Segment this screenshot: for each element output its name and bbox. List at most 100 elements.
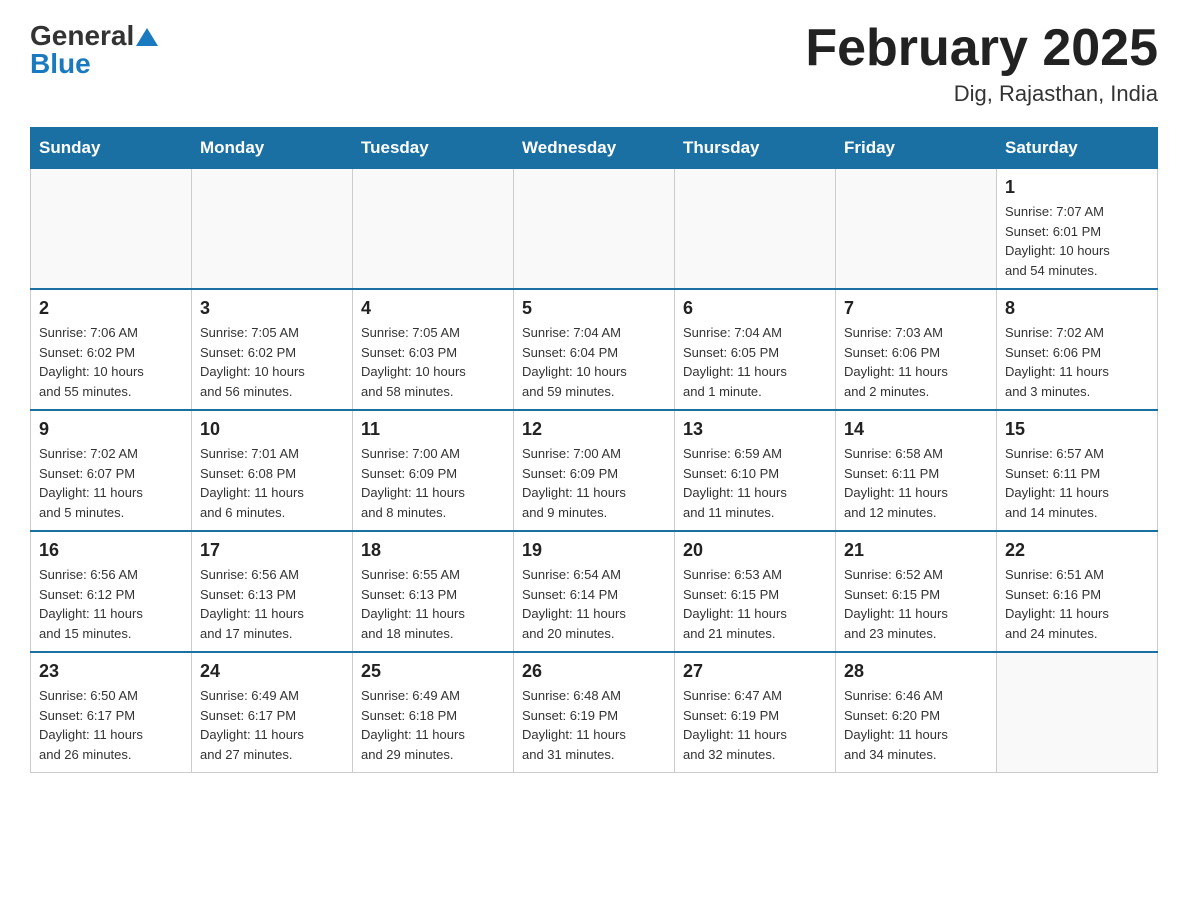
day-of-week-header: Tuesday xyxy=(353,128,514,169)
day-info: Sunrise: 6:58 AMSunset: 6:11 PMDaylight:… xyxy=(844,444,988,522)
day-of-week-header: Sunday xyxy=(31,128,192,169)
title-area: February 2025 Dig, Rajasthan, India xyxy=(805,20,1158,107)
day-number: 24 xyxy=(200,661,344,682)
calendar-week-row: 2 Sunrise: 7:06 AMSunset: 6:02 PMDaylight… xyxy=(31,289,1158,410)
day-info: Sunrise: 6:52 AMSunset: 6:15 PMDaylight:… xyxy=(844,565,988,643)
calendar-cell xyxy=(675,169,836,290)
calendar-cell: 12 Sunrise: 7:00 AMSunset: 6:09 PMDayligh… xyxy=(514,410,675,531)
day-info: Sunrise: 7:05 AMSunset: 6:03 PMDaylight:… xyxy=(361,323,505,401)
calendar-cell: 19 Sunrise: 6:54 AMSunset: 6:14 PMDayligh… xyxy=(514,531,675,652)
day-number: 11 xyxy=(361,419,505,440)
day-of-week-header: Friday xyxy=(836,128,997,169)
day-info: Sunrise: 6:56 AMSunset: 6:12 PMDaylight:… xyxy=(39,565,183,643)
day-of-week-header: Wednesday xyxy=(514,128,675,169)
calendar-header-row: SundayMondayTuesdayWednesdayThursdayFrid… xyxy=(31,128,1158,169)
day-info: Sunrise: 6:46 AMSunset: 6:20 PMDaylight:… xyxy=(844,686,988,764)
day-info: Sunrise: 6:56 AMSunset: 6:13 PMDaylight:… xyxy=(200,565,344,643)
day-number: 10 xyxy=(200,419,344,440)
calendar-cell: 18 Sunrise: 6:55 AMSunset: 6:13 PMDayligh… xyxy=(353,531,514,652)
calendar-cell xyxy=(192,169,353,290)
day-number: 21 xyxy=(844,540,988,561)
day-number: 8 xyxy=(1005,298,1149,319)
day-number: 27 xyxy=(683,661,827,682)
day-of-week-header: Thursday xyxy=(675,128,836,169)
day-number: 1 xyxy=(1005,177,1149,198)
logo-triangle-icon xyxy=(136,26,158,48)
day-info: Sunrise: 7:03 AMSunset: 6:06 PMDaylight:… xyxy=(844,323,988,401)
calendar-cell: 11 Sunrise: 7:00 AMSunset: 6:09 PMDayligh… xyxy=(353,410,514,531)
day-info: Sunrise: 6:47 AMSunset: 6:19 PMDaylight:… xyxy=(683,686,827,764)
day-of-week-header: Monday xyxy=(192,128,353,169)
calendar-table: SundayMondayTuesdayWednesdayThursdayFrid… xyxy=(30,127,1158,773)
calendar-cell: 25 Sunrise: 6:49 AMSunset: 6:18 PMDayligh… xyxy=(353,652,514,773)
calendar-cell: 3 Sunrise: 7:05 AMSunset: 6:02 PMDaylight… xyxy=(192,289,353,410)
day-number: 25 xyxy=(361,661,505,682)
day-number: 2 xyxy=(39,298,183,319)
day-number: 13 xyxy=(683,419,827,440)
calendar-cell: 14 Sunrise: 6:58 AMSunset: 6:11 PMDayligh… xyxy=(836,410,997,531)
calendar-cell: 1 Sunrise: 7:07 AMSunset: 6:01 PMDaylight… xyxy=(997,169,1158,290)
calendar-cell: 23Sunrise: 6:50 AMSunset: 6:17 PMDayligh… xyxy=(31,652,192,773)
page-header: General Blue February 2025 Dig, Rajastha… xyxy=(30,20,1158,107)
calendar-week-row: 23Sunrise: 6:50 AMSunset: 6:17 PMDayligh… xyxy=(31,652,1158,773)
calendar-cell: 16 Sunrise: 6:56 AMSunset: 6:12 PMDayligh… xyxy=(31,531,192,652)
day-info: Sunrise: 7:02 AMSunset: 6:06 PMDaylight:… xyxy=(1005,323,1149,401)
calendar-cell: 28 Sunrise: 6:46 AMSunset: 6:20 PMDayligh… xyxy=(836,652,997,773)
day-number: 6 xyxy=(683,298,827,319)
day-info: Sunrise: 7:00 AMSunset: 6:09 PMDaylight:… xyxy=(522,444,666,522)
day-info: Sunrise: 6:50 AMSunset: 6:17 PMDaylight:… xyxy=(39,686,183,764)
calendar-week-row: 1 Sunrise: 7:07 AMSunset: 6:01 PMDaylight… xyxy=(31,169,1158,290)
day-info: Sunrise: 6:51 AMSunset: 6:16 PMDaylight:… xyxy=(1005,565,1149,643)
day-number: 7 xyxy=(844,298,988,319)
calendar-cell: 17Sunrise: 6:56 AMSunset: 6:13 PMDayligh… xyxy=(192,531,353,652)
day-number: 28 xyxy=(844,661,988,682)
calendar-cell xyxy=(997,652,1158,773)
calendar-cell xyxy=(353,169,514,290)
day-number: 5 xyxy=(522,298,666,319)
day-info: Sunrise: 7:00 AMSunset: 6:09 PMDaylight:… xyxy=(361,444,505,522)
day-info: Sunrise: 7:05 AMSunset: 6:02 PMDaylight:… xyxy=(200,323,344,401)
calendar-cell: 15Sunrise: 6:57 AMSunset: 6:11 PMDayligh… xyxy=(997,410,1158,531)
day-number: 16 xyxy=(39,540,183,561)
calendar-cell: 27 Sunrise: 6:47 AMSunset: 6:19 PMDayligh… xyxy=(675,652,836,773)
month-title: February 2025 xyxy=(805,20,1158,77)
day-number: 26 xyxy=(522,661,666,682)
day-info: Sunrise: 6:48 AMSunset: 6:19 PMDaylight:… xyxy=(522,686,666,764)
day-info: Sunrise: 6:49 AMSunset: 6:17 PMDaylight:… xyxy=(200,686,344,764)
day-info: Sunrise: 7:07 AMSunset: 6:01 PMDaylight:… xyxy=(1005,202,1149,280)
day-info: Sunrise: 6:54 AMSunset: 6:14 PMDaylight:… xyxy=(522,565,666,643)
day-info: Sunrise: 6:55 AMSunset: 6:13 PMDaylight:… xyxy=(361,565,505,643)
day-info: Sunrise: 6:59 AMSunset: 6:10 PMDaylight:… xyxy=(683,444,827,522)
calendar-cell xyxy=(31,169,192,290)
day-number: 12 xyxy=(522,419,666,440)
day-info: Sunrise: 7:06 AMSunset: 6:02 PMDaylight:… xyxy=(39,323,183,401)
day-number: 9 xyxy=(39,419,183,440)
day-number: 19 xyxy=(522,540,666,561)
day-info: Sunrise: 6:49 AMSunset: 6:18 PMDaylight:… xyxy=(361,686,505,764)
calendar-cell: 4 Sunrise: 7:05 AMSunset: 6:03 PMDaylight… xyxy=(353,289,514,410)
day-number: 3 xyxy=(200,298,344,319)
day-of-week-header: Saturday xyxy=(997,128,1158,169)
day-info: Sunrise: 7:04 AMSunset: 6:04 PMDaylight:… xyxy=(522,323,666,401)
calendar-cell: 13 Sunrise: 6:59 AMSunset: 6:10 PMDayligh… xyxy=(675,410,836,531)
location: Dig, Rajasthan, India xyxy=(805,81,1158,107)
day-number: 18 xyxy=(361,540,505,561)
calendar-cell: 26 Sunrise: 6:48 AMSunset: 6:19 PMDayligh… xyxy=(514,652,675,773)
day-info: Sunrise: 6:53 AMSunset: 6:15 PMDaylight:… xyxy=(683,565,827,643)
calendar-cell: 7 Sunrise: 7:03 AMSunset: 6:06 PMDaylight… xyxy=(836,289,997,410)
calendar-cell: 20 Sunrise: 6:53 AMSunset: 6:15 PMDayligh… xyxy=(675,531,836,652)
calendar-cell: 8 Sunrise: 7:02 AMSunset: 6:06 PMDaylight… xyxy=(997,289,1158,410)
day-number: 14 xyxy=(844,419,988,440)
day-number: 20 xyxy=(683,540,827,561)
day-number: 4 xyxy=(361,298,505,319)
day-info: Sunrise: 6:57 AMSunset: 6:11 PMDaylight:… xyxy=(1005,444,1149,522)
calendar-cell: 5 Sunrise: 7:04 AMSunset: 6:04 PMDaylight… xyxy=(514,289,675,410)
day-number: 22 xyxy=(1005,540,1149,561)
calendar-cell xyxy=(514,169,675,290)
calendar-cell: 2 Sunrise: 7:06 AMSunset: 6:02 PMDaylight… xyxy=(31,289,192,410)
calendar-cell xyxy=(836,169,997,290)
calendar-week-row: 9Sunrise: 7:02 AMSunset: 6:07 PMDaylight… xyxy=(31,410,1158,531)
calendar-cell: 9Sunrise: 7:02 AMSunset: 6:07 PMDaylight… xyxy=(31,410,192,531)
day-info: Sunrise: 7:01 AMSunset: 6:08 PMDaylight:… xyxy=(200,444,344,522)
logo-blue: Blue xyxy=(30,48,91,80)
